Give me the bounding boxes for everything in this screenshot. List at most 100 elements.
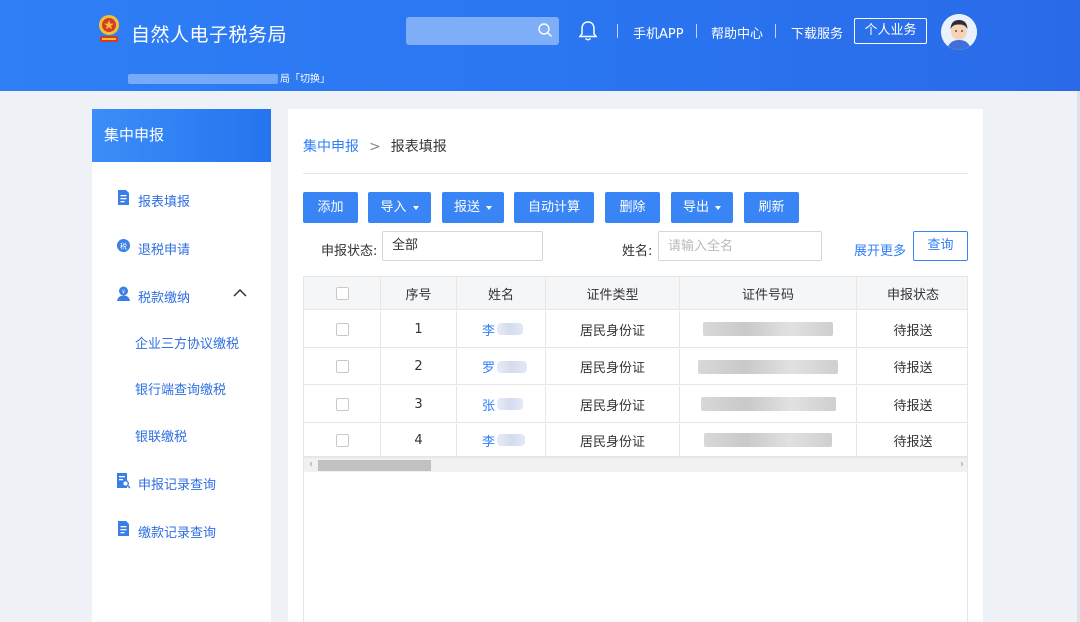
mobile-app-link[interactable]: 手机APP	[633, 23, 684, 42]
row-name-link[interactable]: 张	[457, 386, 546, 422]
main-panel: 集中申报 > 报表填报 添加 导入 报送 自动计算 删除 导出 刷新 申报状态: 全…	[288, 109, 983, 622]
sidebar-item-tax-payment[interactable]: ¥ 税款缴纳	[92, 275, 271, 315]
breadcrumb-current: 报表填报	[390, 139, 447, 155]
row-select-cell	[304, 424, 381, 456]
row-id-number	[680, 424, 857, 456]
sidebar-title[interactable]: 集中申报	[92, 109, 271, 162]
sidebar-item-report-records[interactable]: 申报记录查询	[92, 462, 271, 502]
table-row[interactable]: 4 李 居民身份证 待报送	[304, 424, 967, 457]
auto-calculate-button[interactable]: 自动计算	[514, 192, 594, 223]
redacted-name	[497, 398, 524, 410]
payment-icon: ¥	[117, 286, 130, 301]
breadcrumb-parent[interactable]: 集中申报	[303, 139, 359, 155]
row-id-number	[680, 349, 857, 384]
chevron-up-icon[interactable]	[232, 287, 248, 299]
select-all-checkbox[interactable]	[335, 286, 349, 300]
expand-more-link[interactable]: 展开更多	[854, 240, 906, 259]
table-row[interactable]: 2 罗 居民身份证 待报送	[304, 349, 967, 385]
sidebar-item-refund[interactable]: 税 退税申请	[92, 227, 271, 267]
divider	[303, 173, 968, 174]
sidebar-item-label: 报表填报	[138, 195, 191, 210]
row-status: 待报送	[893, 434, 933, 450]
search-icon[interactable]	[537, 22, 553, 38]
row-index: 2	[381, 349, 457, 384]
row-checkbox[interactable]	[335, 397, 349, 411]
submit-button[interactable]: 报送	[442, 192, 504, 223]
nav-divider	[617, 24, 618, 38]
row-select-cell	[304, 311, 381, 347]
personal-business-button[interactable]: 个人业务	[854, 18, 927, 44]
sidebar-subitem-unionpay[interactable]: 银联缴税	[135, 426, 187, 445]
sidebar-item-label: 缴款记录查询	[138, 526, 217, 541]
column-header-name: 姓名	[457, 277, 546, 309]
notification-bell-icon[interactable]	[578, 20, 598, 42]
row-status: 待报送	[893, 323, 933, 339]
redacted-id-number	[704, 433, 832, 447]
export-button[interactable]: 导出	[671, 192, 733, 223]
delete-button[interactable]: 删除	[605, 192, 660, 223]
row-checkbox[interactable]	[335, 433, 349, 447]
site-title: 自然人电子税务局	[131, 24, 288, 46]
row-id-type: 居民身份证	[546, 386, 680, 422]
row-checkbox[interactable]	[335, 360, 349, 373]
scrollbar-thumb[interactable]	[318, 460, 431, 471]
scroll-right-icon[interactable]: ›	[956, 459, 967, 471]
dropdown-caret-icon	[486, 205, 492, 210]
user-avatar[interactable]	[941, 14, 977, 50]
document-icon	[118, 521, 129, 536]
table-row[interactable]: 1 李 居民身份证 待报送	[304, 311, 967, 348]
sidebar-subitem-enterprise-agreement[interactable]: 企业三方协议缴税	[135, 333, 239, 352]
row-status: 待报送	[893, 398, 933, 414]
row-name-link[interactable]: 罗	[457, 349, 546, 384]
add-button[interactable]: 添加	[303, 192, 358, 223]
redacted-name	[497, 323, 524, 335]
row-id-number	[680, 311, 857, 347]
redacted-bureau-name	[128, 74, 278, 84]
document-icon	[118, 190, 129, 205]
column-header-id-type: 证件类型	[546, 277, 680, 309]
row-checkbox[interactable]	[335, 322, 349, 336]
national-emblem-logo	[99, 15, 119, 42]
scroll-left-icon[interactable]: ‹	[305, 459, 317, 471]
column-header-index: 序号	[381, 277, 457, 309]
table-header-row: 序号 姓名 证件类型 证件号码 申报状态	[304, 277, 967, 310]
status-filter-select[interactable]: 全部	[382, 231, 543, 261]
horizontal-scrollbar[interactable]: ‹ ›	[304, 457, 967, 472]
row-name-link[interactable]: 李	[457, 311, 546, 347]
row-id-type: 居民身份证	[546, 424, 680, 456]
sidebar-item-payment-records[interactable]: 缴款记录查询	[92, 510, 271, 550]
breadcrumb-separator: >	[369, 139, 381, 155]
svg-text:¥: ¥	[122, 289, 125, 295]
sidebar-item-label: 退税申请	[138, 243, 191, 258]
top-header: 自然人电子税务局 局「切换」 手机APP 帮助中心 下载服务 个人业务	[0, 0, 1080, 91]
name-filter-input[interactable]	[658, 231, 822, 261]
sidebar-item-report-filling[interactable]: 报表填报	[92, 179, 271, 219]
sidebar-item-label: 申报记录查询	[138, 478, 217, 493]
redacted-id-number	[703, 322, 833, 336]
refresh-button[interactable]: 刷新	[744, 192, 799, 223]
record-search-icon	[117, 473, 131, 489]
tax-bureau-switch[interactable]: 局「切换」	[128, 70, 330, 85]
row-status: 待报送	[893, 361, 933, 376]
status-filter-label: 申报状态:	[321, 244, 378, 259]
row-select-cell	[304, 349, 381, 384]
nav-divider	[775, 24, 776, 38]
breadcrumb: 集中申报 > 报表填报	[303, 136, 447, 156]
help-center-link[interactable]: 帮助中心	[711, 23, 763, 42]
import-button[interactable]: 导入	[368, 192, 431, 223]
row-index: 1	[381, 311, 457, 347]
table-row[interactable]: 3 张 居民身份证 待报送	[304, 386, 967, 423]
row-name-link[interactable]: 李	[457, 424, 546, 456]
sidebar-subitem-bank-query[interactable]: 银行端查询缴税	[135, 379, 226, 398]
row-select-cell	[304, 386, 381, 422]
column-header-id-number: 证件号码	[680, 277, 857, 309]
row-id-type: 居民身份证	[546, 311, 680, 347]
select-all-cell	[304, 277, 381, 309]
query-button[interactable]: 查询	[913, 231, 968, 261]
redacted-name	[497, 360, 528, 373]
row-id-type: 居民身份证	[546, 349, 680, 384]
redacted-id-number	[698, 359, 838, 374]
download-service-link[interactable]: 下载服务	[791, 23, 843, 42]
search-input[interactable]	[406, 17, 559, 45]
nav-divider	[696, 24, 697, 38]
